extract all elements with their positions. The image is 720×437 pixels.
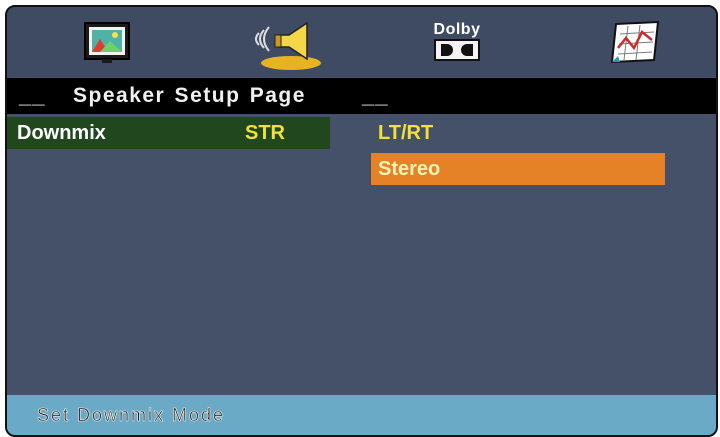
preference-setup-icon[interactable] <box>605 13 665 71</box>
setup-category-bar: Dolby <box>7 7 716 77</box>
option-stereo[interactable]: Stereo <box>371 153 665 185</box>
title-prefix: __ <box>19 83 46 108</box>
dolby-setup-icon[interactable]: Dolby <box>422 13 492 71</box>
downmix-setting-row[interactable]: Downmix STR <box>7 117 330 149</box>
picture-setup-icon[interactable] <box>77 13 137 71</box>
osd-window: Dolby __ Speaker Setup Page __ Downmix S… <box>5 5 718 437</box>
dolby-label: Dolby <box>433 21 481 38</box>
downmix-label: Downmix <box>17 122 106 144</box>
downmix-current-value: STR <box>245 122 285 144</box>
page-title: Speaker Setup Page <box>73 84 306 107</box>
title-suffix: __ <box>362 83 389 108</box>
speaker-setup-icon[interactable] <box>247 13 327 71</box>
status-bar: Set Downmix Mode <box>7 395 716 435</box>
option-lt-rt[interactable]: LT/RT <box>371 117 665 149</box>
status-help-text: Set Downmix Mode <box>37 405 226 426</box>
dolby-double-d-icon <box>434 39 480 61</box>
page-title-bar: __ Speaker Setup Page __ <box>7 78 716 114</box>
